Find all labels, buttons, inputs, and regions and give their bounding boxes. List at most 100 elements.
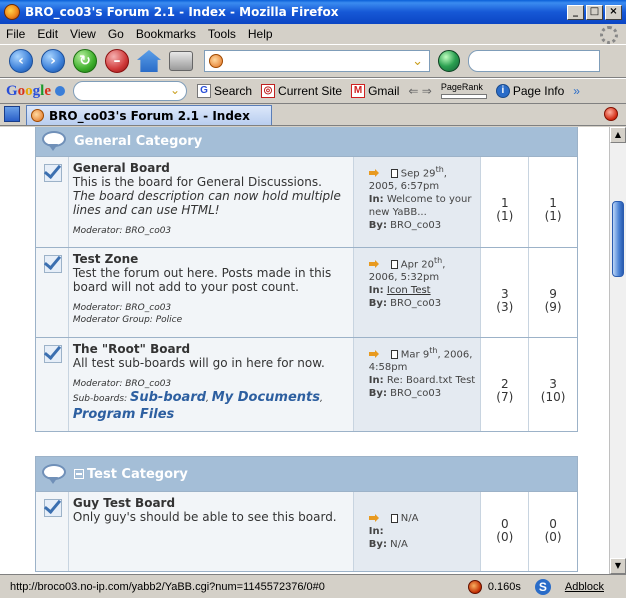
menu-bookmarks[interactable]: Bookmarks — [136, 27, 196, 41]
menu-file[interactable]: File — [6, 27, 25, 41]
forward-button[interactable]: › — [38, 47, 68, 75]
board-description: This is the board for General Discussion… — [72, 175, 341, 217]
adblock-link[interactable]: Adblock — [565, 581, 604, 593]
last-post-author: BRO_co03 — [390, 388, 442, 400]
board-moderator: Moderator: BRO_co03 — [72, 226, 172, 236]
last-post-author: N/A — [390, 539, 408, 550]
minimize-button[interactable]: _ — [567, 4, 584, 20]
printer-icon — [169, 51, 193, 71]
google-g-icon: G — [197, 84, 212, 98]
collapse-icon[interactable] — [74, 469, 84, 479]
home-button[interactable] — [134, 47, 164, 75]
board-description: All test sub-boards will go in here for … — [72, 356, 325, 370]
close-button[interactable]: × — [605, 4, 622, 20]
google-search-button[interactable]: G Search — [197, 84, 252, 98]
s-extension-icon: S — [534, 578, 551, 595]
toolbar-overflow-icon[interactable]: » — [573, 84, 580, 98]
sub-board-link[interactable]: Sub-board — [130, 390, 206, 405]
page-info-button[interactable]: i Page Info — [495, 84, 564, 98]
last-post-arrow-icon[interactable] — [368, 513, 387, 523]
load-timer[interactable]: 0.160s — [467, 579, 521, 594]
menu-bar: File Edit View Go Bookmarks Tools Help — [0, 24, 626, 44]
url-dropdown-icon[interactable]: ⌄ — [412, 54, 423, 69]
board-read-check-icon — [43, 163, 62, 182]
back-arrow-icon: ‹ — [9, 49, 33, 73]
scroll-thumb[interactable] — [612, 201, 624, 277]
tab-favicon-icon — [31, 109, 44, 122]
browser-search-input[interactable] — [468, 50, 600, 72]
menu-tools[interactable]: Tools — [208, 27, 236, 41]
window-title: BRO_co03's Forum 2.1 - Index - Mozilla F… — [25, 5, 339, 19]
board-read-check-icon — [43, 254, 62, 273]
status-url: http://broco03.no-ip.com/yabb2/YaBB.cgi?… — [10, 580, 325, 593]
menu-go[interactable]: Go — [108, 27, 124, 41]
last-post-arrow-icon[interactable] — [368, 168, 387, 178]
menu-view[interactable]: View — [70, 27, 96, 41]
topics-count: 0 (0) — [481, 492, 530, 571]
last-post-info: Apr 20th, 2006, 5:32pm In: Icon Test By:… — [353, 248, 482, 337]
google-search-dropdown-icon[interactable]: ⌄ — [170, 83, 180, 97]
page-content: General Category General Board This is t… — [0, 127, 609, 574]
gmail-button[interactable]: M Gmail — [351, 84, 399, 98]
category-header-test[interactable]: Test Category — [35, 456, 578, 492]
back-forward-arrows[interactable]: ⇐ ⇒ — [408, 84, 431, 98]
last-post-info: N/A In: By: N/A — [353, 492, 482, 571]
google-menu-icon[interactable] — [55, 86, 66, 96]
board-moderator: Moderator: BRO_co03 Moderator Group: Poli… — [72, 303, 183, 325]
menu-help[interactable]: Help — [248, 27, 273, 41]
print-button[interactable] — [166, 47, 196, 75]
close-tab-icon[interactable] — [604, 107, 618, 121]
current-site-button[interactable]: ◎ Current Site — [261, 84, 342, 98]
scroll-down-button[interactable]: ▼ — [610, 558, 626, 574]
board-name-link[interactable]: Test Zone — [73, 252, 349, 266]
s-extension-button[interactable]: S — [534, 578, 551, 595]
google-toolbar: Google ⌄ G Search ◎ Current Site M Gmail ⇐ … — [0, 78, 626, 104]
board-name-link[interactable]: Guy Test Board — [73, 496, 349, 510]
document-icon — [390, 168, 398, 178]
posts-count: 9 (9) — [529, 248, 577, 337]
board-description: Test the forum out here. Posts made in t… — [72, 266, 332, 294]
category-header-general[interactable]: General Category — [35, 127, 578, 157]
firefox-logo-icon — [4, 4, 20, 20]
board-name-link[interactable]: General Board — [73, 161, 349, 175]
last-post-arrow-icon[interactable] — [368, 349, 387, 359]
google-search-input[interactable]: ⌄ — [73, 81, 188, 101]
last-post-info: Sep 29th, 2005, 6:57pm In: Welcome to yo… — [353, 157, 482, 247]
board-name-link[interactable]: The "Root" Board — [73, 342, 349, 356]
maximize-button[interactable]: □ — [586, 4, 603, 20]
binoculars-icon: ◎ — [261, 84, 276, 98]
menu-edit[interactable]: Edit — [37, 27, 58, 41]
timer-icon — [467, 579, 482, 594]
board-read-check-icon — [43, 344, 62, 363]
pagerank-indicator[interactable]: PageRank — [440, 82, 487, 99]
sub-board-link[interactable]: Program Files — [73, 407, 174, 422]
last-post-info: Mar 9th, 2006, 4:58pm In: Re: Board.txt … — [353, 338, 482, 431]
tab-forum-index[interactable]: BRO_co03's Forum 2.1 - Index — [26, 105, 272, 125]
new-tab-icon[interactable] — [4, 106, 20, 122]
url-bar[interactable]: ⌄ — [204, 50, 430, 72]
vertical-scrollbar[interactable]: ▲ ▼ — [609, 127, 626, 574]
stop-button[interactable]: – — [102, 47, 132, 75]
board-description: Only guy's should be able to see this bo… — [72, 510, 337, 524]
posts-count: 3 (10) — [529, 338, 577, 431]
last-post-arrow-icon[interactable] — [368, 259, 387, 269]
topics-count: 1 (1) — [481, 157, 530, 247]
posts-count: 1 (1) — [529, 157, 577, 247]
scroll-up-button[interactable]: ▲ — [610, 127, 626, 143]
board-read-check-icon — [43, 498, 62, 517]
topics-count: 2 (7) — [481, 338, 530, 431]
sub-board-link[interactable]: My Documents — [212, 390, 320, 405]
go-button[interactable] — [438, 50, 460, 72]
pagerank-label: PageRank — [440, 82, 483, 92]
reload-button[interactable]: ↻ — [70, 47, 100, 75]
speech-bubble-icon — [42, 131, 66, 151]
google-logo[interactable]: Google — [6, 83, 51, 100]
speech-bubble-icon — [42, 464, 66, 484]
board-row: Test Zone Test the forum out here. Posts… — [35, 248, 578, 338]
forum-index: General Category General Board This is t… — [35, 127, 578, 572]
last-post-topic[interactable]: Welcome to your new YaBB... — [369, 194, 472, 218]
status-bar: http://broco03.no-ip.com/yabb2/YaBB.cgi?… — [0, 574, 626, 598]
back-button[interactable]: ‹ — [6, 47, 36, 75]
sub-boards-list: Sub-boards: Sub-board, My Documents, Pro… — [72, 390, 323, 422]
last-post-topic[interactable]: Re: Board.txt Test — [387, 375, 475, 386]
